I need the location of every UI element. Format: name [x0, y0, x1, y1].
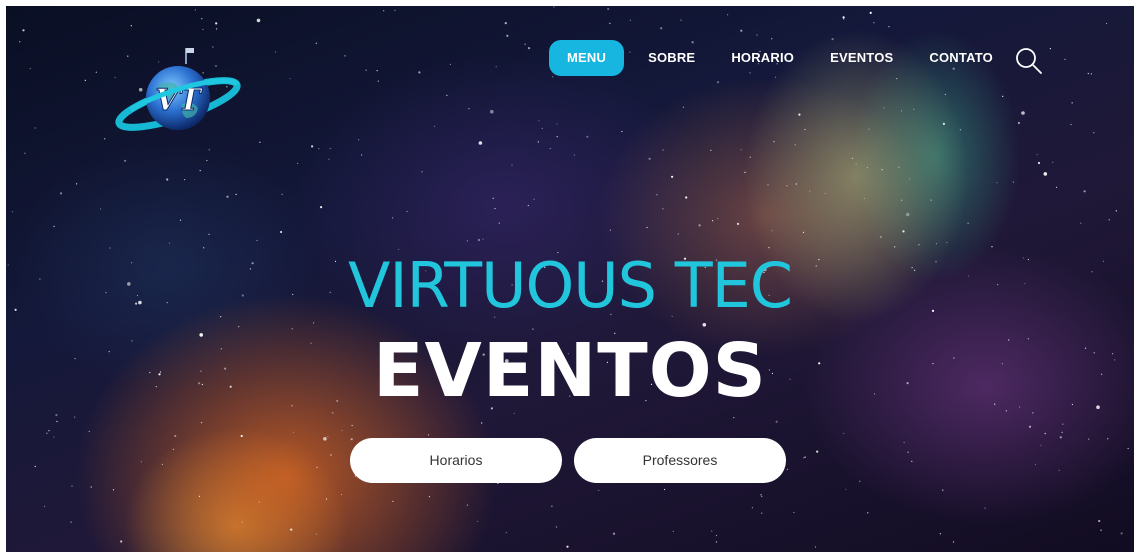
main-navigation: MENU SOBRE HORARIO EVENTOS CONTATO	[549, 40, 1011, 76]
search-icon[interactable]	[1014, 46, 1044, 76]
nav-item-eventos[interactable]: EVENTOS	[812, 40, 911, 76]
nav-item-menu[interactable]: MENU	[549, 40, 625, 76]
nav-item-horario[interactable]: HORARIO	[713, 40, 812, 76]
nav-item-contato[interactable]: CONTATO	[911, 40, 1011, 76]
hero-subtitle: EVENTOS	[373, 328, 767, 414]
site-logo[interactable]: VT	[112, 42, 252, 142]
hero-title: VIRTUOUS TEC	[347, 249, 793, 322]
hero-section: VT MENU SOBRE HORARIO EVENTOS CONTATO VI…	[6, 6, 1134, 552]
nav-item-sobre[interactable]: SOBRE	[630, 40, 713, 76]
horarios-button[interactable]: Horarios	[350, 438, 562, 483]
professores-button[interactable]: Professores	[574, 438, 786, 483]
